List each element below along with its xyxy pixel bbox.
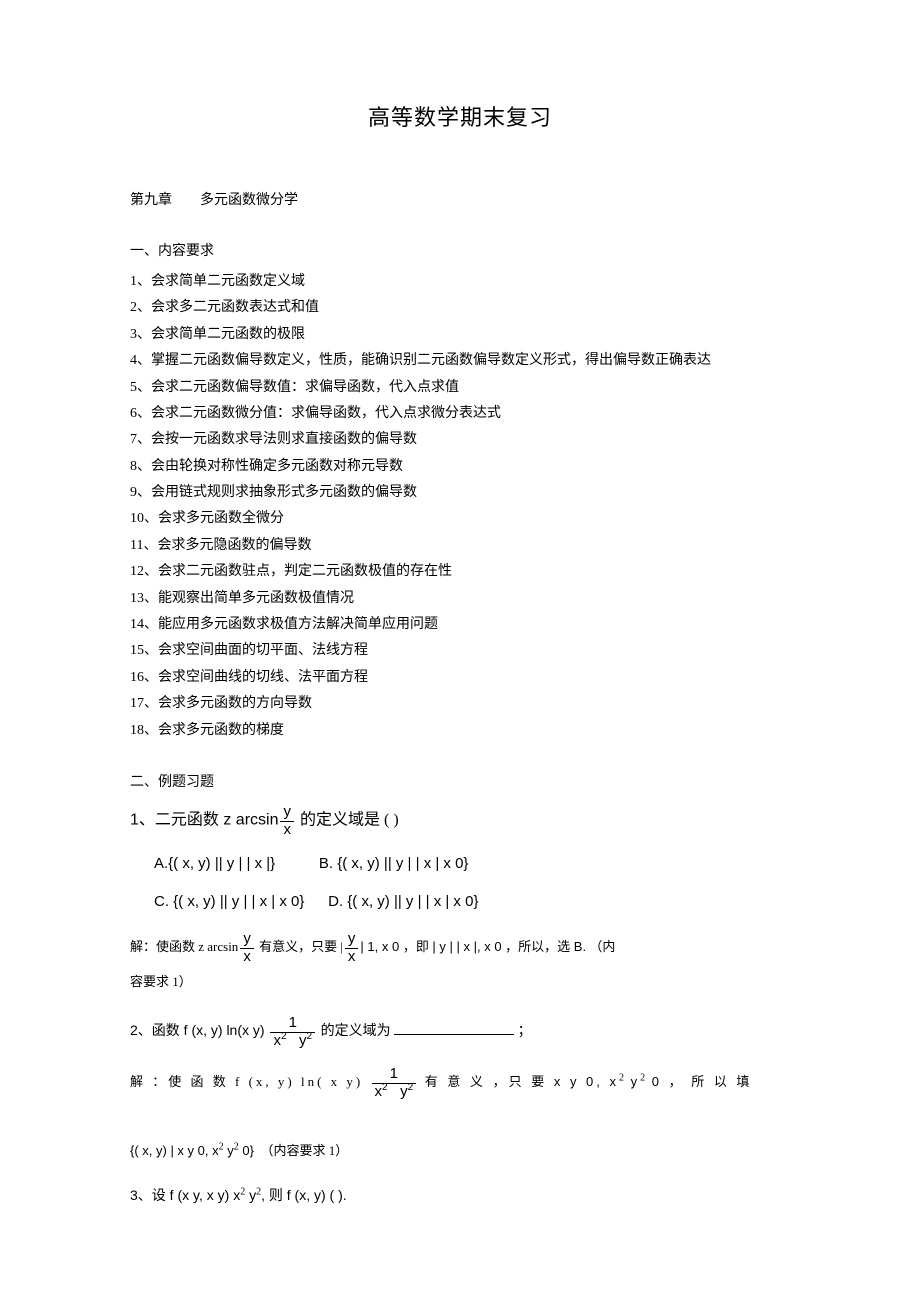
list-item: 13、能观察出简单多元函数极值情况 [130, 588, 790, 610]
q1-option-c: C. {( x, y) || y | | x | x 0} [154, 893, 304, 910]
sol2-part-a: 解 ：使 函 数 f (x, y) ln( x y) [130, 1074, 370, 1089]
requirements-list: 1、会求简单二元函数定义域 2、会求多二元函数表达式和值 3、会求简单二元函数的… [130, 271, 790, 742]
list-item: 5、会求二元函数偏导数值：求偏导函数，代入点求值 [130, 377, 790, 399]
list-item: 8、会由轮换对称性确定多元函数对称元导数 [130, 456, 790, 478]
page-title: 高等数学期末复习 [130, 100, 790, 135]
list-item: 9、会用链式规则求抽象形式多元函数的偏导数 [130, 482, 790, 504]
fraction-y-over-x: yx [280, 804, 294, 838]
requirements-heading: 一、内容要求 [130, 241, 790, 263]
fraction-1-over-x2y2: 1x2 y2 [270, 1015, 315, 1049]
q1-text-pre: 1、二元函数 z arcsin [130, 812, 278, 829]
list-item: 11、会求多元隐函数的偏导数 [130, 535, 790, 557]
fraction-y-over-x: yx [240, 931, 254, 965]
sol1-part-b: 有意义，只要 | [256, 939, 343, 954]
sol1-part-d: （内 [589, 939, 615, 954]
sol1-part-c: | 1, x 0 ，即 | y | | x |, x 0 ，所以，选 B. [360, 939, 586, 954]
list-item: 15、会求空间曲面的切平面、法线方程 [130, 640, 790, 662]
chapter-number: 第九章 [130, 193, 172, 208]
q3-text-b: y [245, 1187, 256, 1203]
q1-options-row2: C. {( x, y) || y | | x | x 0} D. {( x, y… [154, 890, 790, 914]
q2-text-a: 2、函数 f (x, y) ln(x y) [130, 1022, 268, 1038]
list-item: 2、会求多二元函数表达式和值 [130, 297, 790, 319]
sol2-part-b: 有 意 义 ，只 要 x y 0, x [418, 1074, 619, 1089]
list-item: 7、会按一元函数求导法则求直接函数的偏导数 [130, 429, 790, 451]
q2-text-b: 的定义域为 [317, 1024, 394, 1039]
question-3: 3、设 f (x y, x y) x2 y2, 则 f (x, y) ( ). [130, 1184, 790, 1208]
fill-blank [394, 1020, 514, 1035]
list-item: 14、能应用多元函数求极值方法解决简单应用问题 [130, 614, 790, 636]
list-item: 16、会求空间曲线的切线、法平面方程 [130, 667, 790, 689]
sol1-part-a: 解：使函数 z arcsin [130, 939, 238, 954]
sol2-part-g: 0} [239, 1143, 254, 1158]
list-item: 12、会求二元函数驻点，判定二元函数极值的存在性 [130, 561, 790, 583]
list-item: 17、会求多元函数的方向导数 [130, 693, 790, 715]
chapter-heading: 第九章 多元函数微分学 [130, 190, 790, 212]
sol2-part-h: （内容要求 1） [260, 1143, 348, 1158]
q1-option-a: A.{( x, y) || y | | x |} [154, 855, 275, 872]
q1-options-row1: A.{( x, y) || y | | x |} B. {( x, y) || … [154, 852, 790, 876]
q1-option-d: D. {( x, y) || y | | x | x 0} [328, 893, 478, 910]
sol2-part-e: {( x, y) | x y 0, x [130, 1143, 219, 1158]
chapter-name: 多元函数微分学 [200, 193, 298, 208]
sol1-part-e: 容要求 1） [130, 974, 192, 989]
q1-text-post: 的定义域是 ( ) [296, 812, 399, 829]
list-item: 6、会求二元函数微分值：求偏导函数，代入点求微分表达式 [130, 403, 790, 425]
q2-text-c: ； [514, 1024, 532, 1039]
examples-heading: 二、例题习题 [130, 772, 790, 794]
q3-text-a: 3、设 f (x y, x y) x [130, 1187, 240, 1203]
question-2: 2、函数 f (x, y) ln(x y) 1x2 y2 的定义域为 ； [130, 1015, 790, 1049]
q1-option-b: B. {( x, y) || y | | x | x 0} [319, 855, 469, 872]
fraction-y-over-x: yx [345, 931, 359, 965]
q3-text-c: , 则 f (x, y) ( ). [261, 1187, 347, 1203]
fraction-1-over-x2y2: 1x2 y2 [372, 1066, 417, 1100]
sol2-part-d: 0 ， 所 以 填 [645, 1074, 752, 1089]
sol2-part-f: y [224, 1143, 234, 1158]
question-1: 1、二元函数 z arcsinyx 的定义域是 ( ) [130, 804, 790, 838]
solution-2: 解 ：使 函 数 f (x, y) ln( x y) 1x2 y2 有 意 义 … [130, 1065, 790, 1168]
list-item: 10、会求多元函数全微分 [130, 508, 790, 530]
solution-1: 解：使函数 z arcsinyx 有意义，只要 |yx| 1, x 0 ，即 |… [130, 930, 790, 999]
list-item: 4、掌握二元函数偏导数定义，性质，能确识别二元函数偏导数定义形式，得出偏导数正确… [130, 350, 790, 372]
list-item: 18、会求多元函数的梯度 [130, 720, 790, 742]
list-item: 3、会求简单二元函数的极限 [130, 324, 790, 346]
sol2-part-c: y [624, 1074, 640, 1089]
list-item: 1、会求简单二元函数定义域 [130, 271, 790, 293]
